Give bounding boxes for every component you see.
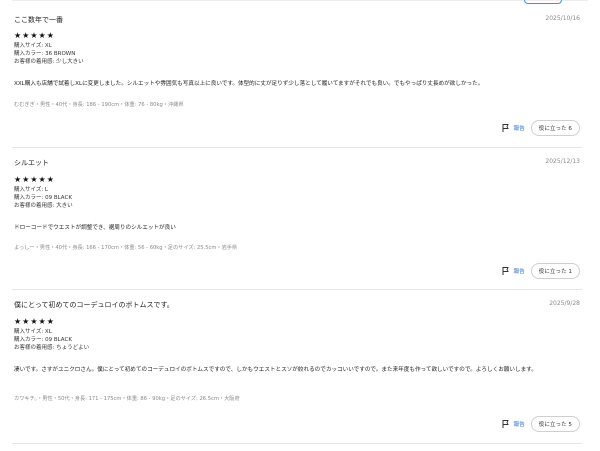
purchase-size: 購入サイズ: L	[14, 187, 49, 193]
review-divider	[12, 289, 582, 290]
helpful-button[interactable]: 役に立った 6	[530, 120, 580, 136]
review-item: シルエット 2025/12/13 ★★★★★ 購入サイズ: L 購入カラー: 0…	[12, 150, 582, 292]
reviewer-profile: よっしー・男性・40代・身長: 166 - 170cm・体重: 56 - 60k…	[14, 245, 238, 251]
review-date: 2025/10/16	[545, 15, 580, 22]
report-label: 報告	[513, 269, 525, 275]
review-date: 2025/9/28	[549, 300, 580, 307]
fit-feedback: お客様の着用感: 少し大きい	[14, 59, 84, 65]
report-label: 報告	[513, 422, 525, 428]
review-divider	[12, 147, 582, 148]
purchase-color: 購入カラー: 09 BLACK	[14, 337, 72, 343]
review-divider	[12, 443, 582, 444]
rating-stars: ★★★★★	[14, 31, 55, 40]
helpful-button[interactable]: 役に立った 5	[530, 416, 580, 432]
review-actions: 報告 役に立った 1	[502, 263, 580, 279]
review-title: 僕にとって初めてのコーデュロイのボトムスです。	[14, 301, 174, 309]
purchase-size: 購入サイズ: XL	[14, 329, 52, 335]
flag-icon	[502, 420, 510, 428]
review-actions: 報告 役に立った 5	[502, 416, 580, 432]
flag-icon	[502, 124, 510, 132]
review-body: ドローコードでウエストが調整でき、裾周りのシルエットが良い	[14, 225, 176, 231]
review-item: ここ数年で一番 2025/10/16 ★★★★★ 購入サイズ: XL 購入カラー…	[12, 0, 582, 150]
rating-stars: ★★★★★	[14, 317, 55, 326]
review-body: XXL購入も店舗で試着しXLに変更しました。シルエットや雰囲気も写真以上に良いで…	[14, 81, 484, 87]
report-link[interactable]: 報告	[502, 267, 525, 275]
flag-icon	[502, 267, 510, 275]
purchase-size: 購入サイズ: XL	[14, 43, 52, 49]
reviewer-profile: むむぎぎ・男性・40代・身長: 186 - 190cm・体重: 76 - 80k…	[14, 102, 184, 108]
review-actions: 報告 役に立った 6	[502, 120, 580, 136]
review-title: ここ数年で一番	[14, 16, 63, 24]
rating-stars: ★★★★★	[14, 175, 55, 184]
review-date: 2025/12/13	[545, 158, 580, 165]
review-body: 凄いです。さすがユニクロさん。僕にとって初めてのコーデュロイのボトムスですので、…	[14, 367, 537, 373]
helpful-button[interactable]: 役に立った 1	[530, 263, 580, 279]
purchase-color: 購入カラー: 09 BLACK	[14, 195, 72, 201]
reviewer-profile: カワキチ。・男性・50代・身長: 171 - 175cm・体重: 86 - 90…	[14, 396, 240, 402]
report-link[interactable]: 報告	[502, 420, 525, 428]
purchase-color: 購入カラー: 36 BROWN	[14, 51, 76, 57]
fit-feedback: お客様の着用感: 大きい	[14, 203, 73, 209]
fit-feedback: お客様の着用感: ちょうどよい	[14, 345, 90, 351]
report-link[interactable]: 報告	[502, 124, 525, 132]
review-title: シルエット	[14, 159, 49, 167]
report-label: 報告	[513, 126, 525, 132]
review-item: 僕にとって初めてのコーデュロイのボトムスです。 2025/9/28 ★★★★★ …	[12, 292, 582, 451]
